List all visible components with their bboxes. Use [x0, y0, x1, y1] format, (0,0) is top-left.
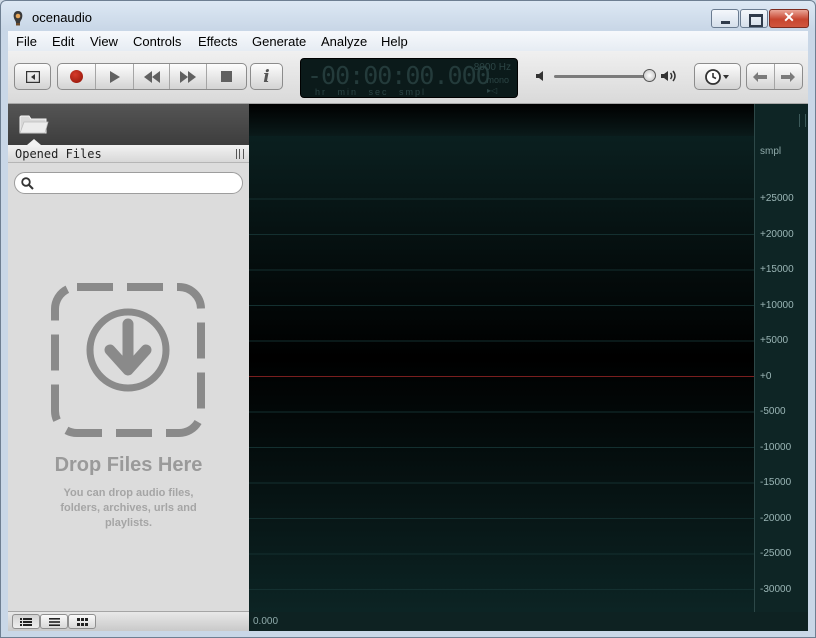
drop-files-description: You can drop audio files, folders, archi…: [60, 487, 197, 529]
transport-controls: [57, 63, 247, 90]
ruler-unit-label: smpl: [760, 146, 782, 157]
window-title: ocenaudio: [32, 10, 92, 25]
play-icon: [109, 70, 120, 83]
view-grid-button[interactable]: [68, 614, 96, 629]
drop-files-title: Drop Files Here: [54, 454, 203, 476]
ruler-tick-label: +20000: [760, 228, 794, 240]
sidebar-back-icon: [25, 70, 40, 83]
ruler-tick-label: +0: [760, 370, 772, 382]
ruler-tick-label: -10000: [760, 441, 792, 453]
history-dropdown-button[interactable]: [694, 63, 741, 90]
rewind-icon: [143, 70, 160, 83]
channel-mode: mono: [486, 75, 509, 85]
app-logo-icon: [13, 11, 23, 26]
play-button[interactable]: [96, 64, 134, 89]
arrow-right-icon: [781, 71, 796, 82]
opened-files-header: Opened Files: [8, 145, 249, 163]
menu-generate[interactable]: Generate: [252, 34, 306, 49]
minimize-button[interactable]: [711, 9, 739, 28]
menu-bar: File Edit View Controls Effects Generate…: [8, 31, 808, 51]
arrow-left-icon: [753, 71, 768, 82]
menu-help[interactable]: Help: [381, 34, 408, 49]
menu-view[interactable]: View: [90, 34, 118, 49]
menu-effects[interactable]: Effects: [198, 34, 238, 49]
toggle-sidebar-button[interactable]: [14, 63, 51, 90]
title-bar: ocenaudio ✕: [1, 1, 815, 31]
menu-analyze[interactable]: Analyze: [321, 34, 367, 49]
grid-view-icon: [76, 617, 88, 626]
view-details-button[interactable]: [12, 614, 40, 629]
time-display: -00:00:00.000 8000 Hz mono hr min sec sm…: [300, 58, 518, 98]
file-search-input[interactable]: [14, 172, 243, 194]
toolbar: i -00:00:00.000 8000 Hz mono hr min sec …: [8, 51, 808, 104]
menu-file[interactable]: File: [16, 34, 37, 49]
view-mode-bar: [8, 611, 249, 631]
volume-slider-handle[interactable]: [643, 69, 656, 82]
sample-rate: 8000 Hz: [473, 62, 511, 73]
stop-button[interactable]: [207, 64, 246, 89]
rewind-button[interactable]: [134, 64, 170, 89]
record-icon: [70, 70, 83, 83]
volume-slider[interactable]: [554, 75, 654, 78]
menu-edit[interactable]: Edit: [52, 34, 74, 49]
waveform-view[interactable]: [249, 104, 754, 612]
fast-forward-icon: [180, 70, 196, 83]
ruler-tick-label: +5000: [760, 335, 789, 346]
waveform-overview: [249, 104, 754, 136]
ruler-tick-label: -30000: [760, 583, 792, 595]
list-view-icon: [48, 617, 60, 626]
volume-high-icon: [661, 70, 676, 82]
close-icon: ✕: [783, 9, 795, 25]
ruler-tick-label: +25000: [760, 193, 794, 204]
time-start-label: 0.000: [253, 616, 279, 627]
search-icon: [21, 177, 34, 190]
stop-icon: [221, 71, 232, 82]
menu-controls[interactable]: Controls: [133, 34, 181, 49]
ruler-tick-label: +10000: [760, 299, 794, 311]
files-panel-header: [8, 104, 249, 145]
ruler-tick-label: -5000: [760, 406, 786, 417]
undo-button[interactable]: [747, 64, 775, 89]
files-panel: Opened Files Drop Files Here You can dro…: [8, 104, 249, 631]
display-mode-indicator: ▸◁: [487, 86, 498, 95]
maximize-button[interactable]: [740, 9, 768, 28]
info-button[interactable]: i: [250, 63, 283, 90]
ruler-tick-label: -20000: [760, 512, 792, 524]
app-window: ocenaudio ✕ File Edit View Controls Effe…: [0, 0, 816, 638]
ruler-grip-icon[interactable]: [799, 114, 806, 127]
panel-grip-icon[interactable]: [236, 149, 244, 159]
amplitude-ruler: smpl +25000 +20000 +15000 +10000 +5000 +0 -500…: [754, 104, 808, 612]
redo-button[interactable]: [775, 64, 802, 89]
clock-icon: [704, 68, 729, 85]
opened-files-label: Opened Files: [15, 147, 102, 161]
fast-forward-button[interactable]: [170, 64, 207, 89]
view-list-button[interactable]: [40, 614, 68, 629]
folder-icon[interactable]: [19, 113, 49, 135]
ruler-tick-label: +15000: [760, 264, 794, 275]
details-view-icon: [20, 617, 32, 626]
record-button[interactable]: [58, 64, 96, 89]
info-icon: i: [263, 66, 270, 87]
waveform-grid: [249, 104, 754, 612]
ruler-tick-label: -25000: [760, 548, 792, 559]
ruler-tick-label: -15000: [760, 477, 792, 488]
time-ruler: 0.000: [249, 612, 808, 631]
time-units: hr min sec smpl: [315, 87, 427, 97]
volume-low-icon: [536, 71, 543, 81]
undo-redo-group: [746, 63, 803, 90]
close-button[interactable]: ✕: [769, 9, 809, 28]
drop-files-icon: [51, 283, 205, 437]
